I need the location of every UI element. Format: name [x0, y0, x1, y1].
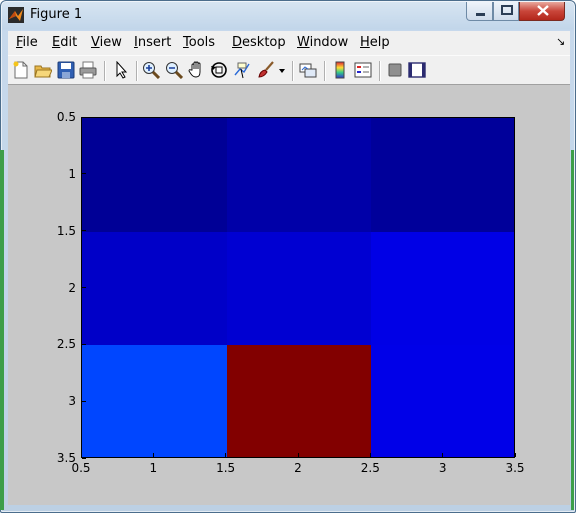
figure-toolbar: [8, 55, 570, 85]
close-button[interactable]: [519, 2, 565, 21]
menu-window-label: indow: [309, 35, 349, 50]
y-tick-mark: [82, 230, 86, 232]
toolbar-separator: [379, 61, 381, 81]
menu-tools[interactable]: Tools: [183, 35, 215, 50]
menu-bar: File Edit View Insert Tools Desktop Wind…: [8, 31, 570, 55]
menu-view-label: iew: [99, 35, 122, 50]
heatmap-cell-r1-c2: [226, 118, 372, 232]
minimize-icon: [476, 13, 485, 16]
heatmap-cell-r2-c3: [371, 231, 514, 346]
menu-file-label: ile: [22, 35, 38, 50]
x-tick-label: 3.5: [505, 461, 525, 475]
insert-colorbar-icon[interactable]: [331, 61, 349, 79]
title-bar[interactable]: Figure 1: [1, 1, 575, 29]
close-icon: [537, 5, 549, 16]
menu-insert[interactable]: Insert: [134, 35, 171, 50]
y-tick-label: 1: [68, 166, 76, 181]
y-tick-mark: [82, 173, 86, 175]
pan-hand-icon[interactable]: [188, 61, 206, 79]
x-tick-label: 1: [149, 461, 158, 475]
toolbar-separator: [324, 61, 326, 81]
menu-desktop-mnemonic: D: [232, 35, 243, 50]
y-tick-label: 2: [68, 280, 76, 295]
x-tick-mark: [442, 453, 444, 457]
menu-view[interactable]: View: [91, 35, 122, 50]
zoom-out-icon[interactable]: [165, 61, 183, 79]
y-tick-mark: [82, 343, 86, 345]
open-file-icon[interactable]: [34, 61, 52, 79]
y-tick-label: 0.5: [56, 110, 76, 124]
heatmap-cell-r3-c1: [82, 345, 227, 457]
menu-view-mnemonic: V: [91, 35, 100, 50]
hide-plot-tools-icon[interactable]: [386, 61, 404, 79]
print-figure-icon[interactable]: [79, 61, 97, 79]
y-tick-mark: [82, 116, 86, 118]
menu-edit-label: dit: [60, 35, 78, 50]
heatmap-cell-r3-c2: [226, 345, 372, 457]
y-tick-label: 3: [68, 394, 76, 409]
menu-insert-label: nsert: [137, 35, 172, 50]
x-tick-label: 2.5: [360, 461, 380, 475]
edit-plot-arrow-icon[interactable]: [112, 61, 130, 79]
window-edge-accent-right: [571, 150, 574, 510]
save-figure-icon[interactable]: [57, 61, 75, 79]
y-tick-label: 2.5: [56, 337, 76, 352]
x-tick-mark: [80, 453, 82, 457]
menu-desktop[interactable]: Desktop: [232, 35, 286, 50]
new-figure-icon[interactable]: [12, 61, 30, 79]
menu-window-mnemonic: W: [297, 35, 310, 50]
toolbar-separator: [292, 61, 294, 81]
minimize-button[interactable]: [466, 2, 493, 21]
x-tick-mark: [225, 453, 227, 457]
dock-arrow-icon[interactable]: ↘: [556, 35, 565, 48]
menu-tools-label: ools: [188, 35, 216, 50]
show-plot-tools-icon[interactable]: [408, 61, 426, 79]
menu-help[interactable]: Help: [360, 35, 390, 50]
maximize-icon: [501, 5, 513, 15]
zoom-in-icon[interactable]: [142, 61, 160, 79]
data-cursor-icon[interactable]: [233, 61, 251, 79]
y-tick-label: 3.5: [56, 451, 76, 465]
x-tick-label: 2: [294, 461, 302, 475]
x-tick-mark: [514, 453, 516, 457]
menu-edit-mnemonic: E: [52, 35, 61, 50]
y-tick-mark: [82, 287, 86, 288]
x-tick-label: 3: [438, 461, 447, 475]
heatmap-cell-r2-c1: [82, 231, 227, 346]
menu-help-label: elp: [369, 35, 390, 50]
menu-help-mnemonic: H: [360, 35, 370, 50]
x-tick-mark: [369, 453, 371, 457]
heatmap-cell-r1-c1: [82, 118, 227, 232]
x-tick-label: 1.5: [216, 461, 236, 475]
brush-icon[interactable]: [257, 61, 275, 79]
heatmap-cell-r3-c3: [371, 345, 514, 457]
menu-file[interactable]: File: [16, 35, 38, 50]
x-tick-mark: [152, 453, 154, 457]
maximize-button[interactable]: [493, 2, 519, 21]
menu-edit[interactable]: Edit: [52, 35, 77, 50]
window-edge-accent-left: [0, 150, 4, 510]
insert-legend-icon[interactable]: [354, 61, 372, 79]
link-plot-icon[interactable]: [299, 61, 317, 79]
heatmap-cell-r1-c3: [371, 118, 514, 232]
y-tick-mark: [82, 457, 86, 459]
heatmap-plot-area[interactable]: [81, 117, 515, 458]
menu-window[interactable]: Window: [297, 35, 348, 50]
rotate-3d-icon[interactable]: [210, 61, 228, 79]
toolbar-separator: [136, 61, 138, 81]
menu-desktop-label: esktop: [242, 35, 286, 50]
brush-dropdown-icon[interactable]: [277, 61, 287, 79]
matlab-logo-icon: [8, 7, 24, 23]
y-tick-mark: [82, 400, 86, 402]
window-title: Figure 1: [30, 7, 83, 22]
heatmap-cell-r2-c2: [226, 231, 372, 346]
x-tick-mark: [297, 453, 299, 457]
toolbar-separator: [104, 61, 106, 81]
y-tick-label: 1.5: [56, 223, 76, 238]
